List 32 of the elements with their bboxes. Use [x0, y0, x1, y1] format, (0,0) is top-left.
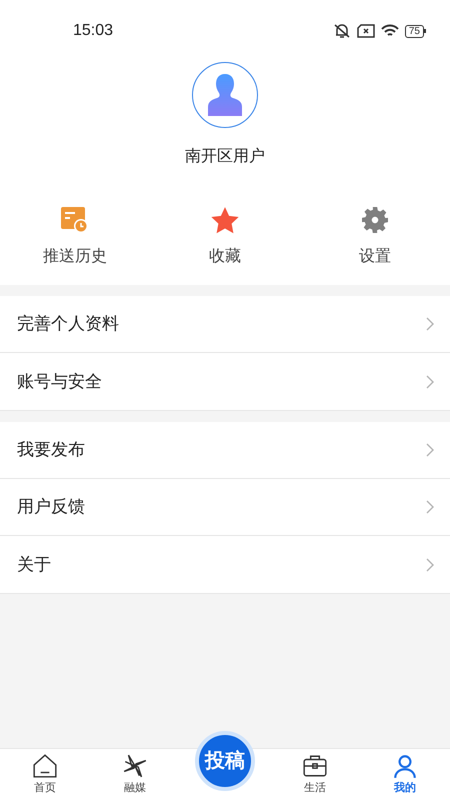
- chevron-right-icon: [426, 443, 434, 457]
- menu-row[interactable]: 完善个人资料: [0, 296, 450, 353]
- tab[interactable]: 生活: [270, 749, 360, 800]
- menu-row[interactable]: 用户反馈: [0, 479, 450, 536]
- settings-icon: [362, 207, 388, 233]
- menu-row[interactable]: 我要发布: [0, 422, 450, 479]
- tab[interactable]: 我的: [360, 749, 450, 800]
- menu-row[interactable]: 账号与安全: [0, 353, 450, 410]
- home-icon: [32, 752, 58, 779]
- user-name: 南开区用户: [185, 146, 265, 167]
- avatar[interactable]: [192, 62, 258, 128]
- status-time: 15:03: [73, 21, 114, 41]
- star-icon: [211, 206, 239, 234]
- chevron-right-icon: [426, 317, 434, 331]
- user-silhouette-icon: [208, 74, 242, 116]
- chevron-right-icon: [426, 558, 434, 572]
- toolbox-icon: [302, 752, 328, 779]
- tab[interactable]: 融媒: [90, 749, 180, 800]
- sim-off-icon: [356, 24, 375, 38]
- tab[interactable]: 首页: [0, 749, 90, 800]
- wifi-icon: [380, 24, 399, 38]
- pinwheel-icon: [122, 752, 148, 779]
- bell-muted-icon: [332, 23, 351, 39]
- post-button[interactable]: 投稿: [195, 731, 255, 791]
- quick-action[interactable]: 推送历史: [0, 205, 150, 269]
- menu-row[interactable]: 关于: [0, 536, 450, 593]
- user-icon: [392, 752, 418, 779]
- quick-action[interactable]: 设置: [300, 205, 450, 269]
- chevron-right-icon: [426, 374, 434, 388]
- battery-level: 75: [404, 24, 424, 38]
- chevron-right-icon: [426, 500, 434, 514]
- quick-action[interactable]: 收藏: [150, 205, 300, 269]
